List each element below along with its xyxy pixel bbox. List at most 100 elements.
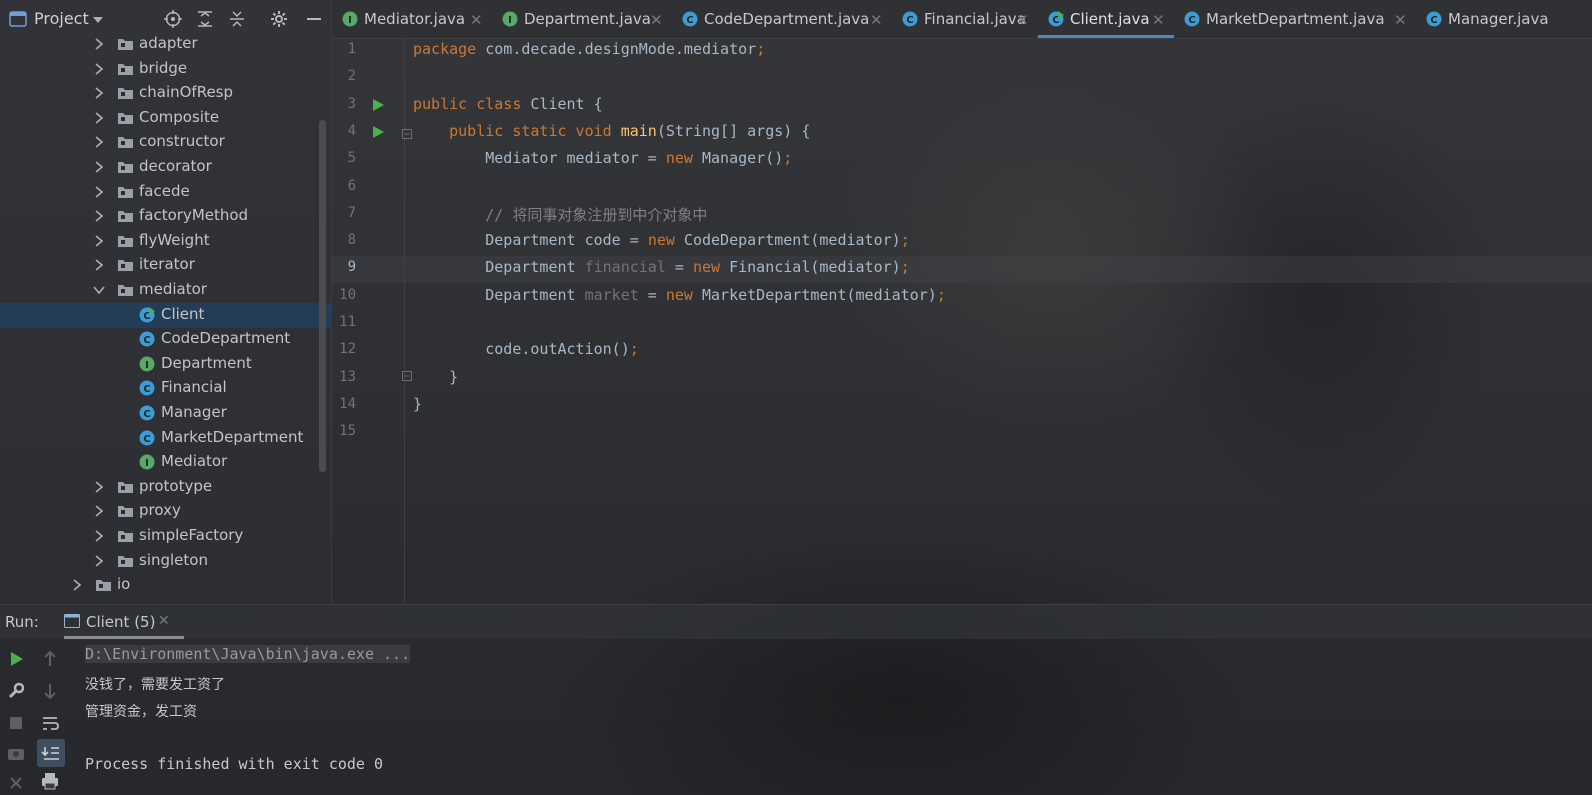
chevron-right-icon[interactable] (93, 505, 105, 518)
code-token: Client { (521, 94, 603, 113)
chevron-right-icon[interactable] (93, 481, 105, 493)
tree-item-singleton[interactable]: singleton (0, 549, 331, 574)
tree-item-io[interactable]: io (0, 573, 331, 598)
tab-financial-java[interactable]: C Financial.java ✕ (892, 0, 1038, 38)
tree-item-label: io (117, 575, 131, 594)
tab-manager-java[interactable]: C Manager.java (1416, 0, 1566, 38)
fold-open-icon[interactable] (402, 129, 412, 139)
tree-item-constructor[interactable]: constructor (0, 130, 331, 155)
code-token: public class (413, 94, 522, 113)
tab-codedepartment-java[interactable]: C CodeDepartment.java ✕ (672, 0, 892, 38)
gear-icon[interactable] (270, 10, 288, 28)
tree-item-factorymethod[interactable]: factoryMethod (0, 204, 331, 229)
chevron-right-icon[interactable] (93, 87, 105, 99)
close-run-icon[interactable] (6, 773, 26, 793)
run-tab-label: Client (5) (86, 613, 156, 631)
tab-department-java[interactable]: I Department.java ✕ (492, 0, 672, 38)
tree-item-department[interactable]: I Department (0, 352, 331, 377)
tree-item-financial[interactable]: C Financial (0, 376, 331, 401)
collapse-all-icon[interactable] (228, 10, 246, 28)
chevron-right-icon[interactable] (93, 530, 105, 542)
chevron-right-icon[interactable] (93, 136, 105, 149)
project-scrollbar[interactable] (319, 120, 326, 472)
project-title[interactable]: Project (34, 9, 89, 28)
tree-item-bridge[interactable]: bridge (0, 57, 331, 82)
code-token: new (692, 258, 721, 277)
code-token: Manager() (692, 149, 784, 168)
tree-item-decorator[interactable]: decorator (0, 155, 331, 180)
line-number: 11 (339, 314, 356, 330)
tree-item-client[interactable]: C Client (0, 302, 331, 328)
scroll-to-end-toggle[interactable] (37, 739, 65, 767)
runnable-class-icon: C (1048, 11, 1064, 27)
chevron-right-icon[interactable] (93, 210, 105, 222)
folder-icon (118, 112, 133, 124)
run-class-icon[interactable] (371, 98, 385, 112)
tree-item-iterator[interactable]: iterator (0, 253, 331, 278)
chevron-right-icon[interactable] (93, 554, 105, 567)
console-output[interactable]: D:\Environment\Java\bin\java.exe ... 没钱了… (70, 639, 1592, 795)
locate-icon[interactable] (164, 10, 182, 28)
chevron-down-icon[interactable] (93, 284, 105, 296)
tree-item-label: CodeDepartment (161, 329, 291, 348)
chevron-right-icon[interactable] (93, 259, 105, 272)
minimize-icon[interactable] (305, 10, 323, 28)
chevron-right-icon[interactable] (93, 185, 105, 198)
tree-item-proxy[interactable]: proxy (0, 499, 331, 524)
tab-mediator-java[interactable]: I Mediator.java ✕ (332, 0, 492, 38)
chevron-right-icon[interactable] (93, 112, 105, 124)
tree-item-simplefactory[interactable]: simpleFactory (0, 524, 331, 549)
code-token: } (413, 394, 423, 413)
tree-item-codedepartment[interactable]: C CodeDepartment (0, 327, 331, 352)
tree-item-composite[interactable]: Composite (0, 106, 331, 131)
stop-icon[interactable] (6, 713, 26, 733)
tab-close-icon[interactable]: ✕ (870, 11, 883, 29)
print-icon[interactable] (40, 771, 60, 791)
tree-item-label: mediator (139, 280, 207, 298)
tree-item-manager[interactable]: C Manager (0, 401, 331, 426)
arrow-up-icon[interactable] (40, 649, 60, 669)
tree-item-flyweight[interactable]: flyWeight (0, 229, 331, 254)
chevron-right-icon[interactable] (93, 161, 105, 173)
run-tab-close-icon[interactable]: ✕ (158, 613, 170, 629)
code-line: Mediator mediator = new Manager(); (413, 149, 792, 167)
tab-close-icon[interactable]: ✕ (1394, 11, 1407, 29)
run-tab-client[interactable]: Client (5) ✕ (60, 605, 184, 639)
tab-close-icon[interactable]: ✕ (650, 11, 663, 29)
tab-close-icon[interactable]: ✕ (1016, 11, 1029, 29)
line-number: 7 (347, 204, 356, 221)
tree-item-adapter[interactable]: adapter (0, 32, 331, 57)
soft-wrap-icon[interactable] (40, 713, 60, 733)
arrow-down-icon[interactable] (40, 681, 60, 701)
run-main-icon[interactable] (371, 125, 385, 139)
tab-close-icon[interactable]: ✕ (470, 11, 483, 29)
folder-icon (118, 63, 133, 75)
tree-item-marketdepartment[interactable]: C MarketDepartment (0, 426, 331, 451)
tab-close-icon[interactable]: ✕ (1152, 11, 1165, 29)
chevron-down-icon[interactable] (92, 16, 104, 24)
chevron-right-icon[interactable] (93, 235, 105, 247)
line-number: 12 (339, 341, 356, 358)
tree-item-mediator[interactable]: I Mediator (0, 450, 331, 475)
svg-text:I: I (348, 15, 352, 26)
tree-item-mediator[interactable]: mediator (0, 278, 331, 303)
expand-all-icon[interactable] (196, 10, 214, 28)
wrench-icon[interactable] (6, 681, 26, 701)
tree-item-prototype[interactable]: prototype (0, 475, 331, 500)
tree-item-facede[interactable]: facede (0, 180, 331, 205)
code-token: main (620, 121, 657, 140)
tab-label: Mediator.java (364, 10, 466, 28)
chevron-right-icon[interactable] (93, 38, 105, 50)
code-token: Department code = (413, 231, 648, 250)
fold-close-icon[interactable] (402, 371, 412, 381)
chevron-right-icon[interactable] (71, 579, 83, 591)
rerun-icon[interactable] (6, 649, 26, 669)
tree-item-chainofresp[interactable]: chainOfResp (0, 81, 331, 106)
tab-marketdepartment-java[interactable]: C MarketDepartment.java ✕ (1174, 0, 1416, 38)
chevron-right-icon[interactable] (93, 62, 105, 75)
tree-item-label: Client (161, 304, 205, 323)
tab-client-java[interactable]: C Client.java ✕ (1038, 0, 1174, 38)
console-line-output: 管理资金，发工资 (85, 704, 197, 720)
camera-icon[interactable] (6, 743, 26, 763)
line-number: 2 (347, 68, 356, 85)
